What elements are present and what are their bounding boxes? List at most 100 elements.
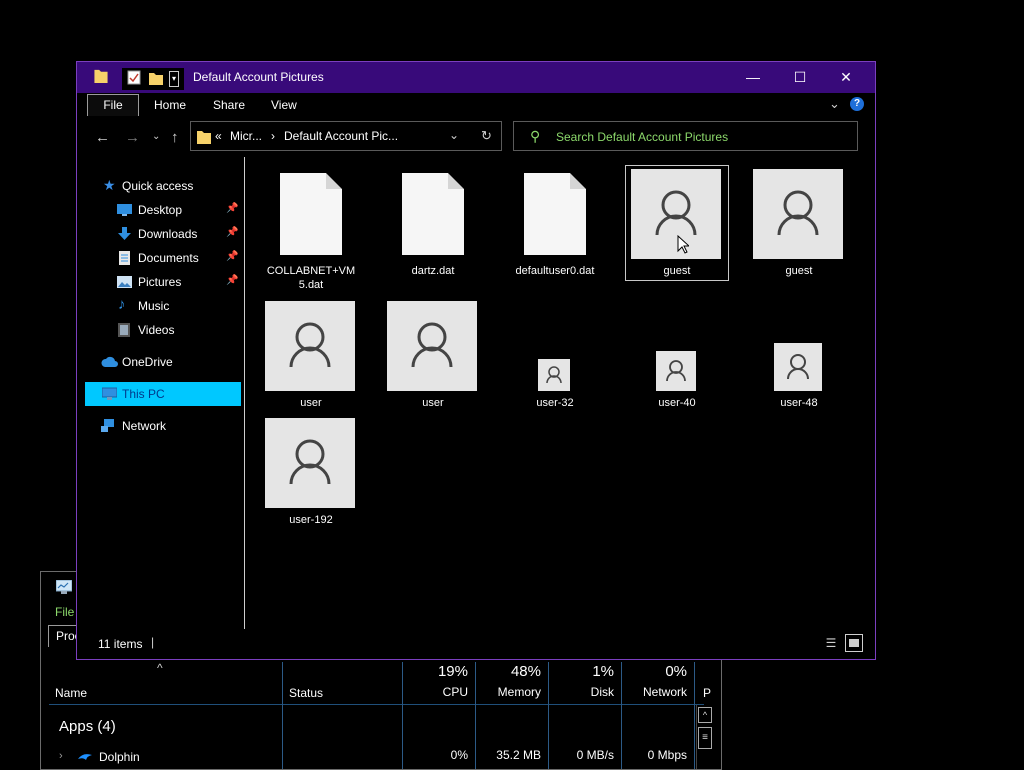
expand-ribbon-icon[interactable]: ⌄ [829, 96, 840, 112]
user-avatar-icon [774, 343, 822, 391]
user-avatar-icon [265, 301, 355, 391]
tm-row-dolphin[interactable]: Dolphin [99, 750, 140, 764]
tab-view[interactable]: View [271, 98, 297, 112]
status-bar: 11 items | ☰ [77, 629, 875, 659]
minimize-button[interactable]: — [730, 62, 776, 93]
tab-share[interactable]: Share [213, 98, 245, 112]
sidebar-item-music[interactable]: ♪ Music [85, 294, 241, 318]
address-bar[interactable]: « Micr... › Default Account Pic... ⌄ ↻ [190, 121, 502, 151]
sidebar-item-label: Videos [138, 323, 175, 337]
sidebar-item-downloads[interactable]: Downloads 📌 [85, 222, 241, 246]
pin-icon: 📌 [226, 203, 239, 214]
back-arrow-icon[interactable]: ← [95, 129, 110, 146]
file-item[interactable]: guest [747, 169, 851, 289]
music-icon: ♪ [118, 296, 126, 313]
sidebar-item-videos[interactable]: Videos [85, 318, 241, 342]
file-item[interactable]: user-32 [503, 301, 607, 421]
pin-icon: 📌 [226, 251, 239, 262]
file-explorer-window[interactable]: ▾ Default Account Pictures — ☐ ✕ File Ho… [76, 61, 876, 660]
item-count: 11 items [98, 637, 143, 651]
file-item[interactable]: user-192 [259, 418, 363, 538]
refresh-icon[interactable]: ↻ [481, 128, 492, 144]
star-icon: ★ [103, 177, 116, 193]
tm-col-network[interactable]: 0% Network 0 Mbps [621, 662, 695, 769]
file-item[interactable]: user [381, 301, 485, 421]
sidebar-item-network[interactable]: Network [85, 414, 241, 438]
search-input[interactable]: Search Default Account Pictures [556, 130, 728, 144]
sidebar-item-desktop[interactable]: Desktop 📌 [85, 198, 241, 222]
file-item[interactable]: user-48 [747, 301, 851, 421]
address-dropdown-icon[interactable]: ⌄ [449, 128, 459, 142]
file-item[interactable]: user-40 [625, 301, 729, 421]
address-segment-micr[interactable]: Micr... [230, 129, 262, 143]
tm-memory-value: 35.2 MB [496, 748, 541, 762]
search-box[interactable]: ⚲ Search Default Account Pictures [513, 121, 858, 151]
maximize-button[interactable]: ☐ [777, 62, 823, 93]
help-icon[interactable]: ? [850, 97, 864, 111]
sidebar-item-label: Network [122, 419, 167, 433]
new-folder-icon[interactable] [149, 70, 163, 85]
user-avatar-icon [265, 418, 355, 508]
scroll-up-icon[interactable]: ^ [698, 707, 712, 723]
sidebar-item-label: OneDrive [122, 355, 173, 369]
file-list-view[interactable]: COLLABNET+VM 5.dat dartz.dat defaultuser0… [245, 157, 867, 629]
navigation-pane: ★ Quick access Desktop 📌 Downloads 📌 Doc… [77, 157, 245, 629]
scroll-thumb[interactable]: ≡ [698, 727, 712, 749]
file-name: user [300, 397, 322, 409]
tm-col-status-label: Status [289, 686, 324, 700]
tm-col-name[interactable]: Name [55, 686, 87, 700]
tm-cpu-value: 0% [450, 748, 468, 762]
tm-disk-label: Disk [590, 685, 614, 699]
file-item[interactable]: COLLABNET+VM 5.dat [259, 169, 363, 299]
file-name: user-192 [289, 514, 333, 526]
tm-cpu-label: CPU [442, 685, 468, 699]
tm-file-menu[interactable]: File [55, 605, 74, 619]
recent-locations-chevron-icon[interactable]: ⌄ [152, 131, 160, 142]
sidebar-item-documents[interactable]: Documents 📌 [85, 246, 241, 270]
pin-icon: 📌 [226, 227, 239, 238]
sidebar-item-quick-access[interactable]: ★ Quick access [85, 174, 241, 198]
folder-icon [94, 69, 108, 83]
close-button[interactable]: ✕ [823, 62, 869, 93]
customize-toolbar-icon[interactable]: ▾ [169, 71, 179, 87]
sidebar-item-label: Desktop [138, 203, 183, 217]
tm-col-status[interactable]: Status [282, 662, 403, 769]
tm-col-memory[interactable]: 48% Memory 35.2 MB [475, 662, 549, 769]
file-item[interactable]: user [259, 301, 363, 421]
sidebar-item-this-pc[interactable]: This PC [85, 382, 241, 406]
large-icons-view-icon[interactable] [845, 634, 863, 652]
tm-col-disk[interactable]: 1% Disk 0 MB/s [548, 662, 622, 769]
sidebar-item-label: This PC [122, 387, 165, 401]
forward-arrow-icon[interactable]: → [125, 129, 140, 146]
address-segment-current[interactable]: Default Account Pic... [284, 129, 398, 143]
file-name: dartz.dat [411, 265, 455, 277]
up-arrow-icon[interactable]: ↑ [171, 129, 179, 146]
user-avatar-icon [538, 359, 570, 391]
file-item[interactable]: dartz.dat [381, 169, 485, 289]
file-item[interactable]: defaultuser0.dat [503, 169, 607, 289]
ribbon-tabs: File Home Share View ⌄ ? [77, 93, 875, 117]
tab-file[interactable]: File [87, 94, 139, 116]
tm-scrollbar[interactable]: ^ ≡ [696, 705, 712, 769]
tm-col-cpu[interactable]: 19% CPU 0% [402, 662, 476, 769]
tm-memory-pct: 48% [510, 663, 541, 680]
tm-network-label: Network [642, 685, 687, 699]
sidebar-item-label: Music [138, 299, 170, 313]
file-item-selected[interactable]: guest [625, 165, 729, 281]
tm-disk-value: 0 MB/s [576, 748, 614, 762]
documents-icon [119, 251, 130, 265]
details-view-icon[interactable]: ☰ [822, 634, 840, 652]
sidebar-item-pictures[interactable]: Pictures 📌 [85, 270, 241, 294]
tm-network-pct: 0% [665, 663, 687, 680]
cloud-icon [101, 356, 118, 367]
title-bar[interactable]: ▾ Default Account Pictures — ☐ ✕ [77, 62, 875, 93]
address-separator[interactable]: › [271, 129, 275, 143]
tab-home[interactable]: Home [154, 98, 186, 112]
address-overflow[interactable]: « [215, 129, 222, 143]
sidebar-item-onedrive[interactable]: OneDrive [85, 350, 241, 374]
expand-chevron-icon[interactable]: › [59, 750, 63, 762]
task-manager-icon [56, 580, 72, 594]
properties-icon[interactable] [127, 70, 141, 85]
window-title: Default Account Pictures [193, 70, 324, 84]
status-divider: | [151, 635, 155, 649]
